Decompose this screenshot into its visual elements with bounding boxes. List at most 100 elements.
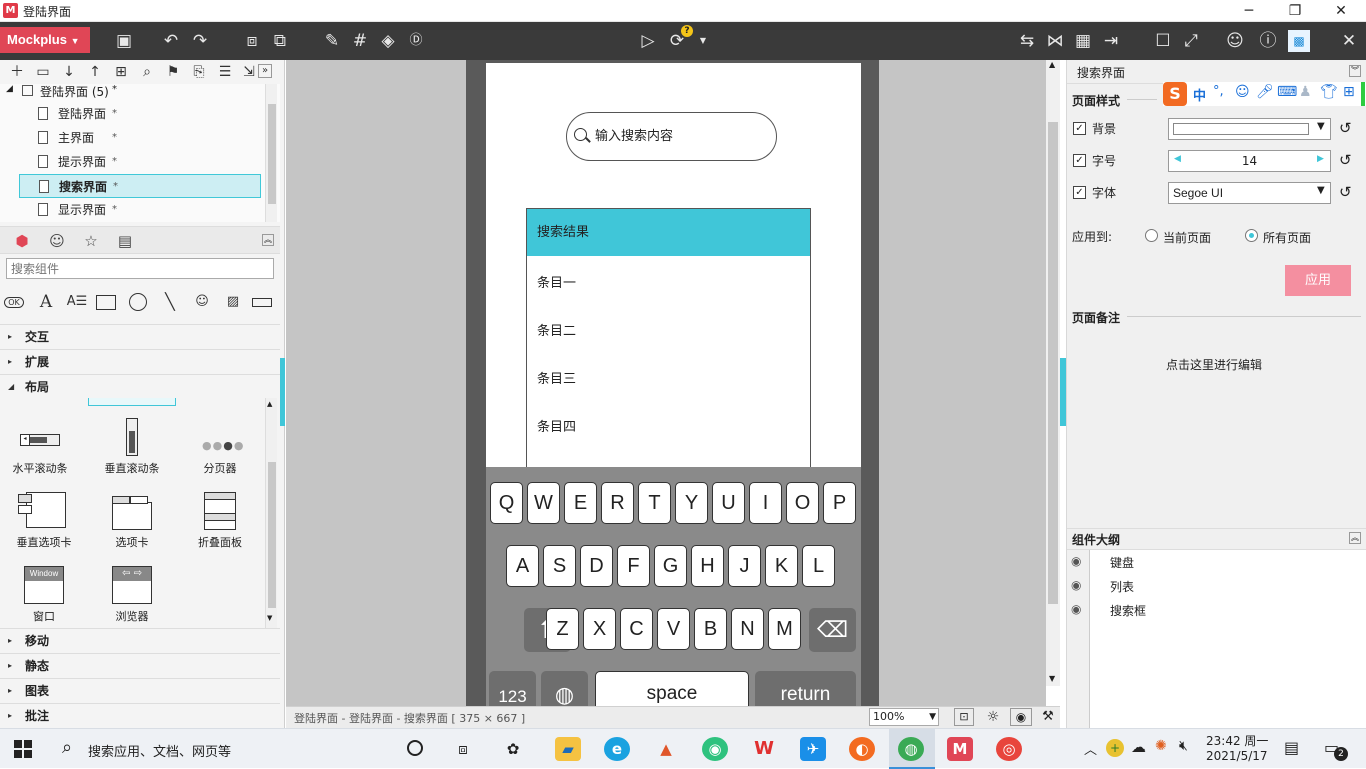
key-p[interactable]: P [823, 482, 856, 524]
category-row[interactable]: ▸ 静态 [0, 653, 280, 677]
key-s[interactable]: S [543, 545, 576, 587]
key-a[interactable]: A [506, 545, 539, 587]
key-q[interactable]: Q [490, 482, 523, 524]
file-explorer-icon[interactable]: ▰ [555, 737, 581, 761]
tray-app-icon[interactable]: + [1106, 739, 1124, 757]
library-tab-icon[interactable]: ▤ [112, 230, 138, 252]
background-color-picker[interactable]: ▼ [1168, 118, 1331, 140]
chevron-up-icon[interactable]: ︿ [1084, 739, 1097, 758]
windows-start-icon[interactable] [14, 740, 32, 758]
tree-scroll-thumb[interactable] [268, 104, 276, 204]
matlab-icon[interactable]: ▲ [653, 737, 679, 761]
widget-item[interactable]: 垂直滚动条 [92, 416, 172, 476]
collapse-triangle-icon[interactable]: ◢ [6, 84, 13, 94]
key-j[interactable]: J [728, 545, 761, 587]
mockplus-task-icon[interactable]: M [947, 737, 973, 761]
publish-icon[interactable]: ⇆ [1016, 30, 1038, 52]
reset-icon[interactable]: ↺ [1339, 183, 1352, 201]
minimize-button[interactable]: ─ [1226, 0, 1272, 22]
list-item[interactable]: 条目四 [537, 416, 576, 435]
category-row[interactable]: ▸ 图表 [0, 678, 280, 702]
group-icon[interactable]: ⧈ [241, 30, 263, 52]
tree-item[interactable]: 显示界面 * [0, 198, 262, 222]
search-icon[interactable]: ⌕ [136, 62, 158, 82]
task-view-icon[interactable]: ⧈ [450, 737, 476, 761]
network-app-icon[interactable]: ◍ [898, 737, 924, 761]
key-g[interactable]: G [654, 545, 687, 587]
emoji-tab-icon[interactable]: ☺ [44, 230, 70, 252]
reset-icon[interactable]: ↺ [1339, 119, 1352, 137]
tree-item[interactable]: 提示界面 * [0, 150, 262, 174]
add-folder-icon[interactable]: ▭ [32, 62, 54, 82]
scroll-down-icon[interactable]: ▼ [267, 614, 272, 622]
key-x[interactable]: X [583, 608, 616, 650]
eye-icon[interactable]: ◉ [1071, 578, 1081, 592]
restore-button[interactable]: ❐ [1272, 0, 1318, 22]
key-d[interactable]: D [580, 545, 613, 587]
ungroup-icon[interactable]: ⧉ [269, 30, 291, 52]
key-i[interactable]: I [749, 482, 782, 524]
keyboard-icon[interactable]: ⌨ [1277, 84, 1297, 100]
cortana-icon[interactable] [407, 740, 423, 756]
key-h[interactable]: H [691, 545, 724, 587]
key-b[interactable]: B [694, 608, 727, 650]
radio-all-pages[interactable] [1245, 229, 1258, 242]
tree-item[interactable]: 搜索界面 * [19, 174, 261, 198]
grid-icon[interactable]: # [349, 30, 371, 52]
window-mode-icon[interactable]: ☐ [1152, 30, 1174, 52]
format-brush-icon[interactable]: ✎ [321, 30, 343, 52]
rectangle-component-icon[interactable] [96, 295, 116, 310]
edge-browser-icon[interactable]: e [604, 737, 630, 761]
collapse-up-icon[interactable]: ︽ [1349, 532, 1361, 544]
widget-item[interactable]: ⇦ ⇨ 浏览器 [92, 564, 172, 624]
scroll-down-icon[interactable]: ▼ [1049, 674, 1055, 683]
key-f[interactable]: F [617, 545, 650, 587]
preview-eye-icon[interactable]: ◉ [1010, 708, 1032, 726]
microphone-icon[interactable]: 🎤︎ [1256, 84, 1274, 100]
eye-icon[interactable]: ◉ [1071, 602, 1081, 616]
fit-screen-icon[interactable]: ⊡ [954, 708, 974, 726]
text-component-icon[interactable]: A [34, 292, 58, 312]
left-splitter-handle[interactable] [280, 358, 285, 426]
redo-icon[interactable]: ↷ [189, 30, 211, 52]
radio-current-page[interactable] [1145, 229, 1158, 242]
ime-chinese-toggle[interactable]: 中 [1193, 85, 1206, 104]
key-u[interactable]: U [712, 482, 745, 524]
favorites-tab-icon[interactable]: ☆ [78, 230, 104, 252]
eye-icon[interactable]: ◉ [1071, 554, 1081, 568]
key-w[interactable]: W [527, 482, 560, 524]
close-panel-icon[interactable]: ✕ [1338, 30, 1360, 52]
notes-icon[interactable]: ▤ [1284, 738, 1299, 757]
volume-icon[interactable]: 🔇︎ [1179, 738, 1188, 754]
widget-item[interactable]: 垂直选项卡 [4, 490, 84, 550]
search-box[interactable]: 输入搜索内容 [566, 112, 777, 161]
line-component-icon[interactable]: ╲ [158, 292, 182, 312]
collapse-icon[interactable]: ⇲ [238, 62, 260, 82]
category-row[interactable]: ▸ 扩展 [0, 349, 280, 373]
category-row[interactable]: ▸ 交互 [0, 324, 280, 348]
list-item[interactable]: 条目二 [537, 320, 576, 339]
delete-key[interactable]: ⌫ [809, 608, 856, 652]
qr-code-icon[interactable]: ▦ [1072, 30, 1094, 52]
user-icon[interactable]: ♟ [1299, 84, 1312, 100]
components-tab-icon[interactable]: ⬢ [9, 230, 35, 252]
brightness-icon[interactable]: ☼ [983, 708, 1003, 726]
reset-icon[interactable]: ↺ [1339, 151, 1352, 169]
search-page-screen[interactable]: 输入搜索内容 搜索结果 条目一条目二条目三条目四 ⬆ ⌫ 123 ◍ space… [486, 63, 861, 706]
move-down-icon[interactable]: ↓ [58, 62, 80, 82]
ime-toolbar[interactable]: S 中 °, ☺ 🎤︎ ⌨ ♟ 👕︎ ⊞ [1163, 82, 1366, 106]
fullscreen-icon[interactable]: ⤢ [1180, 30, 1202, 52]
key-l[interactable]: L [802, 545, 835, 587]
key-c[interactable]: C [620, 608, 653, 650]
button-component-icon[interactable]: OK [4, 297, 24, 308]
increase-icon[interactable]: ▶ [1317, 154, 1324, 164]
list-icon[interactable]: ☰ [214, 62, 236, 82]
category-row[interactable]: ▸ 移动 [0, 628, 280, 652]
widget-item[interactable]: ◂ 水平滚动条 [0, 416, 80, 476]
flag-icon[interactable]: ⚑ [162, 62, 184, 82]
collapse-down-icon[interactable]: ︾ [1349, 65, 1361, 77]
font-select[interactable]: Segoe UI ▼ [1168, 182, 1331, 204]
widget-item[interactable]: ●●●● 分页器 [180, 416, 260, 476]
keyboard[interactable]: ⬆ ⌫ 123 ◍ space return QWERTYUIOPASDFGHJ… [486, 467, 861, 706]
firefox-icon[interactable]: ◐ [849, 737, 875, 761]
